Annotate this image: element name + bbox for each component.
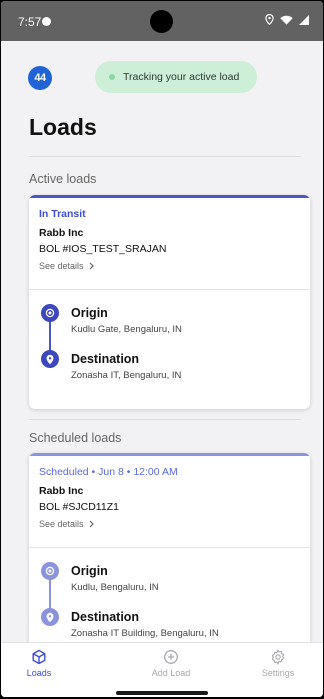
destination-pin-icon <box>41 608 59 626</box>
card-accent-border <box>29 453 310 456</box>
status-bar: 7:57 <box>1 1 323 41</box>
destination-address: Zonasha IT, Bengaluru, IN <box>71 370 182 381</box>
app-logo-text: 44 <box>34 72 46 84</box>
load-bol-number: BOL #SJCD11Z1 <box>39 501 119 513</box>
active-load-card[interactable]: In Transit Rabb Inc BOL #IOS_TEST_SRAJAN… <box>29 195 310 409</box>
card-divider <box>29 547 310 548</box>
active-loads-heading: Active loads <box>29 172 97 186</box>
see-details-label: See details <box>39 261 84 271</box>
app-screen: 7:57 44 Tracking your active load Loads <box>1 1 323 697</box>
destination-pin-icon <box>41 350 59 368</box>
add-circle-icon <box>164 650 178 664</box>
origin-pin-icon <box>41 562 59 580</box>
notification-dot-icon <box>42 17 51 26</box>
card-divider <box>29 289 310 290</box>
load-company: Rabb Inc <box>39 485 84 497</box>
app-logo: 44 <box>28 66 52 90</box>
title-divider <box>29 156 301 157</box>
tracking-status-text: Tracking your active load <box>123 71 240 83</box>
card-accent-border <box>29 195 310 198</box>
nav-loads-label: Loads <box>26 668 52 678</box>
destination-label: Destination <box>71 352 140 366</box>
load-status-label: Scheduled • Jun 8 • 12:00 AM <box>39 466 178 478</box>
nav-add-load[interactable]: Add Load <box>131 649 211 678</box>
cellular-signal-icon <box>299 14 309 25</box>
chevron-right-icon <box>89 262 94 270</box>
origin-pin-icon <box>41 304 59 322</box>
destination-label: Destination <box>71 610 140 624</box>
load-company: Rabb Inc <box>39 227 84 239</box>
origin-label: Origin <box>71 564 108 578</box>
tracking-dot-icon <box>109 74 115 80</box>
gear-icon <box>271 649 285 665</box>
destination-address: Zonasha IT Building, Bengaluru, IN <box>71 628 219 639</box>
load-bol-number: BOL #IOS_TEST_SRAJAN <box>39 243 167 255</box>
origin-address: Kudlu, Bengaluru, IN <box>71 582 159 593</box>
location-icon <box>265 14 274 25</box>
see-details-link[interactable]: See details <box>39 519 94 529</box>
see-details-label: See details <box>39 519 84 529</box>
cube-icon <box>32 649 46 665</box>
camera-cutout <box>150 10 173 33</box>
status-icons <box>265 14 309 25</box>
nav-add-load-label: Add Load <box>151 668 191 678</box>
section-divider <box>29 419 301 420</box>
app-header: 44 Tracking your active load <box>1 41 323 103</box>
nav-settings-label: Settings <box>261 668 295 678</box>
bottom-navigation: Loads Add Load Settings <box>1 642 323 697</box>
origin-label: Origin <box>71 306 108 320</box>
wifi-icon <box>280 15 293 25</box>
home-indicator[interactable] <box>116 691 208 695</box>
page-title: Loads <box>29 114 97 140</box>
nav-loads[interactable]: Loads <box>1 649 79 678</box>
nav-settings[interactable]: Settings <box>238 649 318 678</box>
tracking-status-pill[interactable]: Tracking your active load <box>95 61 257 93</box>
load-status-label: In Transit <box>39 208 86 220</box>
origin-address: Kudlu Gate, Bengaluru, IN <box>71 324 182 335</box>
see-details-link[interactable]: See details <box>39 261 94 271</box>
chevron-right-icon <box>89 520 94 528</box>
status-time: 7:57 <box>18 15 42 29</box>
scheduled-loads-heading: Scheduled loads <box>29 431 122 445</box>
